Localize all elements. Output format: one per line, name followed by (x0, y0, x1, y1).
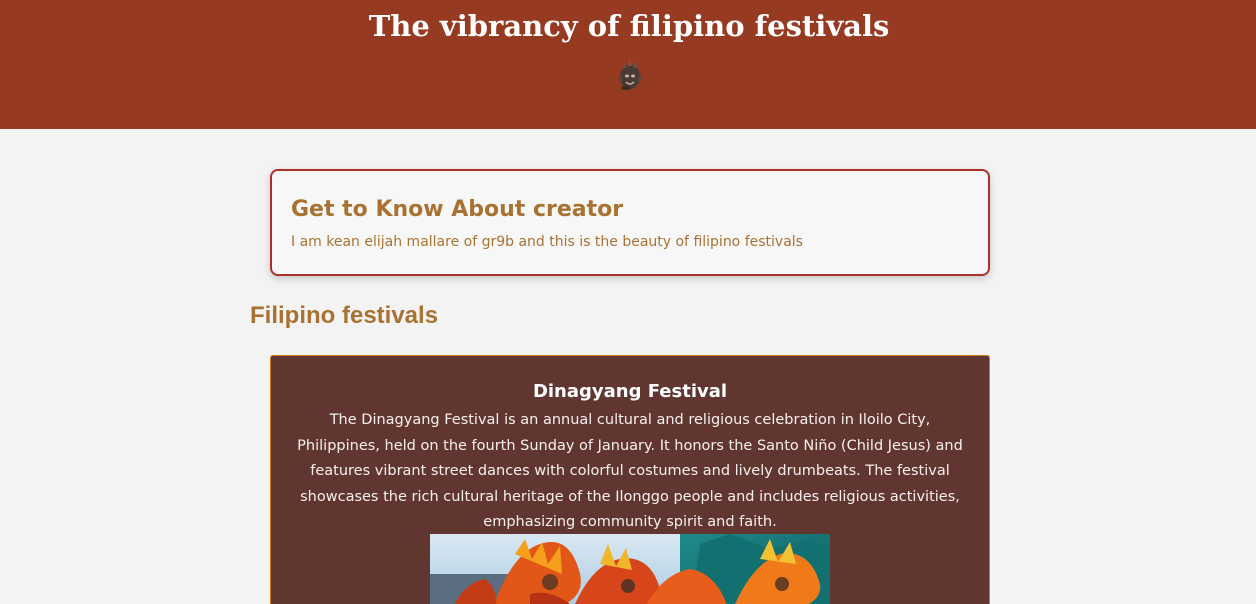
about-creator-text: I am kean elijah mallare of gr9b and thi… (291, 234, 803, 250)
festival-mask-icon (618, 60, 642, 90)
festival-description: The Dinagyang Festival is an annual cult… (297, 412, 963, 530)
about-creator-title: Get to Know About creator (291, 197, 624, 222)
site-header: The vibrancy of filipino festivals (0, 0, 1256, 129)
festival-dancers-photo (430, 534, 830, 604)
festivals-section-heading: Filipino festivals (250, 302, 439, 329)
about-creator-card: Get to Know About creator I am kean elij… (270, 169, 990, 276)
festival-title: Dinagyang Festival (532, 381, 728, 402)
page-title: The vibrancy of filipino festivals (368, 9, 890, 43)
festival-card-dinagyang: Dinagyang Festival The Dinagyang Festiva… (270, 355, 990, 604)
